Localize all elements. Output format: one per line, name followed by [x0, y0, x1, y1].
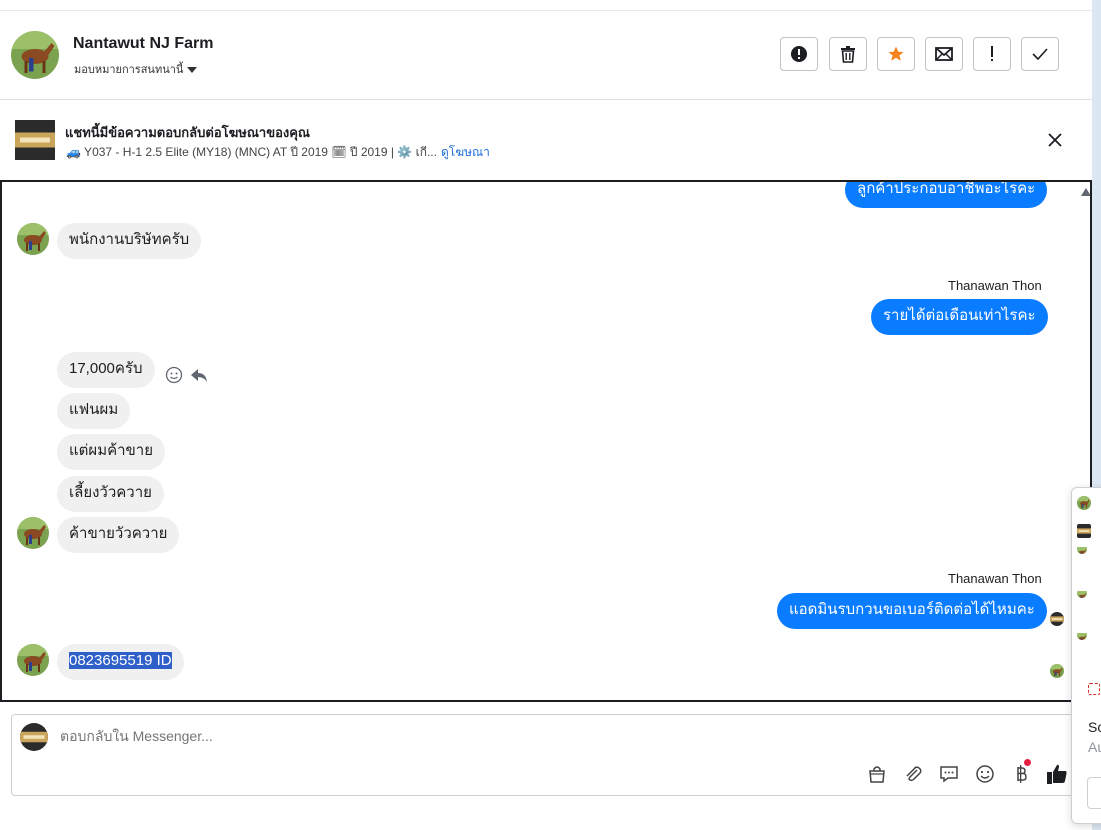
star-button[interactable]: [877, 37, 915, 71]
delete-button[interactable]: [829, 37, 867, 71]
message-incoming[interactable]: แฟนผม: [57, 393, 131, 429]
thumbs-up-icon: [1047, 764, 1067, 784]
react-button[interactable]: [165, 366, 183, 384]
assign-dropdown[interactable]: มอบหมายการสนทนานี้: [74, 60, 198, 78]
side-popup-panel[interactable]: Sc Au: [1071, 487, 1101, 824]
read-receipt-avatar: [1050, 664, 1064, 678]
message-incoming[interactable]: ค้าขายวัวควาย: [57, 517, 180, 553]
close-notice-button[interactable]: [1046, 131, 1064, 149]
message-incoming[interactable]: พนักงานบริษัทครับ: [57, 223, 202, 259]
popup-subtitle: Au: [1088, 739, 1101, 755]
scroll-up-arrow-icon[interactable]: [1081, 188, 1090, 196]
shop-button[interactable]: [866, 763, 888, 785]
mark-done-button[interactable]: [1021, 37, 1059, 71]
important-button[interactable]: [973, 37, 1011, 71]
trash-icon: [841, 46, 855, 63]
contact-name[interactable]: Nantawut NJ Farm: [73, 35, 213, 53]
popup-avatar[interactable]: [1077, 588, 1087, 598]
message-outgoing[interactable]: ลูกค้าประกอบอาชีพอะไรคะ: [845, 182, 1048, 208]
popup-button[interactable]: [1087, 777, 1101, 809]
payment-button[interactable]: [1010, 759, 1032, 785]
message-incoming[interactable]: 17,000ครับ: [57, 352, 155, 388]
baht-icon: [1017, 765, 1027, 783]
reply-input[interactable]: [60, 728, 960, 744]
emoji-icon: [976, 765, 994, 783]
ad-notice-title: แชทนี้มีข้อความตอบกลับต่อโฆษณาของคุณ: [65, 125, 310, 140]
popup-avatar[interactable]: [1077, 544, 1087, 554]
emoji-button[interactable]: [974, 763, 996, 785]
message-thread[interactable]: ลูกค้าประกอบอาชีพอะไรคะ พนักงานบริษัทครั…: [0, 180, 1092, 702]
reply-button[interactable]: [190, 366, 208, 384]
ad-reply-notice: แชทนี้มีข้อความตอบกลับต่อโฆษณาของคุณ 🚙 Y…: [0, 100, 1092, 181]
report-icon: [791, 46, 807, 62]
sender-name: Thanawan Thon: [948, 571, 1042, 586]
message-incoming[interactable]: 0823695519 ID: [57, 644, 184, 680]
inbox-main: Nantawut NJ Farm มอบหมายการสนทนานี้ แชทน…: [0, 0, 1092, 830]
selected-text: 0823695519 ID: [69, 652, 172, 669]
chat-bubble-icon: [940, 766, 958, 783]
page-avatar: [20, 723, 48, 751]
view-ad-link[interactable]: ดูโฆษณา: [441, 145, 490, 159]
reply-icon: [191, 369, 207, 382]
contact-avatar: [17, 644, 49, 676]
conversation-header: Nantawut NJ Farm มอบหมายการสนทนานี้: [0, 11, 1092, 100]
assign-label: มอบหมายการสนทนานี้: [74, 64, 184, 76]
avatar[interactable]: [11, 31, 59, 79]
message-incoming[interactable]: เลี้ยงวัวควาย: [57, 476, 164, 512]
message-outgoing[interactable]: รายได้ต่อเดือนเท่าไรคะ: [871, 299, 1048, 335]
sender-name: Thanawan Thon: [948, 278, 1042, 293]
ad-description-text: 🚙 Y037 - H-1 2.5 Elite (MY18) (MNC) AT ป…: [66, 145, 437, 159]
paperclip-icon: [906, 766, 922, 782]
seen-avatar: [1050, 612, 1064, 626]
mail-icon: [935, 47, 953, 61]
close-icon: [1048, 133, 1062, 147]
report-button[interactable]: [780, 37, 818, 71]
popup-title: Sc: [1088, 719, 1101, 735]
popup-avatar[interactable]: [1077, 496, 1091, 510]
ad-description: 🚙 Y037 - H-1 2.5 Elite (MY18) (MNC) AT ป…: [66, 143, 490, 162]
mark-unread-button[interactable]: [925, 37, 963, 71]
attach-button[interactable]: [902, 763, 924, 785]
important-icon: [991, 46, 993, 61]
ad-thumbnail[interactable]: [15, 120, 55, 160]
contact-avatar: [17, 223, 49, 255]
scissors-icon[interactable]: [1088, 683, 1100, 695]
message-outgoing[interactable]: แอดมินรบกวนขอเบอร์ติดต่อได้ไหมคะ: [777, 593, 1047, 629]
popup-avatar[interactable]: [1077, 630, 1087, 640]
contact-avatar: [17, 517, 49, 549]
star-icon: [888, 46, 904, 61]
shopping-bag-icon: [869, 766, 885, 783]
like-button[interactable]: [1046, 763, 1068, 785]
reply-composer: [11, 714, 1091, 796]
saved-replies-button[interactable]: [938, 763, 960, 785]
popup-thumbnail[interactable]: [1077, 524, 1091, 538]
notification-dot: [1024, 759, 1031, 766]
check-icon: [1032, 48, 1048, 60]
caret-down-icon: [187, 67, 198, 74]
message-incoming[interactable]: แต่ผมค้าขาย: [57, 434, 166, 470]
smiley-icon: [165, 366, 183, 384]
